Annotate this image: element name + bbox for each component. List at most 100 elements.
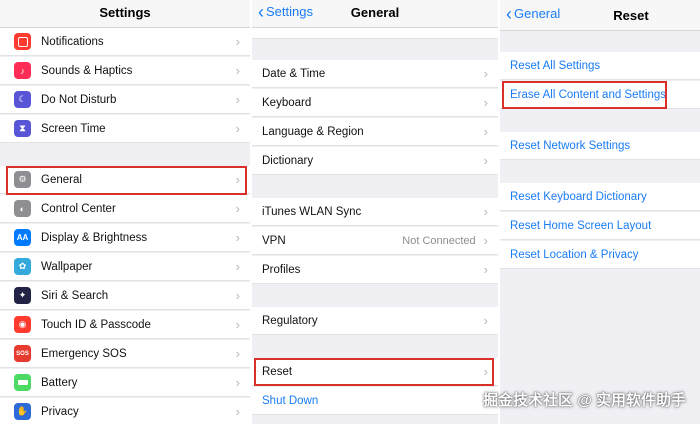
watermark: 掘金技术社区 @ 实用软件助手 [483, 392, 686, 409]
settings-item-label: Wallpaper [41, 260, 93, 273]
settings-item-privacy[interactable]: ✋ Privacy › [0, 398, 250, 424]
chevron-right-icon: › [235, 230, 240, 245]
reset-network-settings[interactable]: Reset Network Settings [500, 132, 700, 160]
settings-item-siri[interactable]: ✦ Siri & Search › [0, 282, 250, 310]
reset-item-label: Reset Home Screen Layout [510, 219, 652, 232]
chevron-left-icon: ‹ [506, 3, 512, 24]
reset-all-settings[interactable]: Reset All Settings [500, 52, 700, 80]
settings-item-label: Touch ID & Passcode [41, 318, 151, 331]
general-item-dictionary[interactable]: Dictionary › [252, 147, 498, 175]
general-item-profiles[interactable]: Profiles › [252, 256, 498, 284]
general-item-label: iTunes WLAN Sync [262, 205, 362, 218]
chevron-right-icon: › [483, 153, 488, 168]
shut-down-label: Shut Down [262, 394, 319, 407]
chevron-right-icon: › [483, 66, 488, 81]
chevron-right-icon: › [483, 262, 488, 277]
chevron-right-icon: › [235, 288, 240, 303]
general-navbar: ‹ Settings General [252, 0, 498, 28]
display-icon: AA [14, 229, 31, 246]
page-title: General [350, 5, 400, 20]
hand-icon: ✋ [14, 403, 31, 420]
notifications-icon [14, 33, 31, 50]
partial-row [252, 28, 498, 39]
chevron-right-icon: › [483, 124, 488, 139]
reset-location-privacy[interactable]: Reset Location & Privacy [500, 241, 700, 269]
siri-icon: ✦ [14, 287, 31, 304]
settings-panel: Settings Notifications › ♪ Sounds & Hapt… [0, 0, 250, 424]
settings-item-emergency-sos[interactable]: SOS Emergency SOS › [0, 340, 250, 368]
settings-item-notifications[interactable]: Notifications › [0, 28, 250, 56]
settings-item-label: Screen Time [41, 122, 106, 135]
settings-item-sounds[interactable]: ♪ Sounds & Haptics › [0, 57, 250, 85]
gear-icon: ⚙ [14, 171, 31, 188]
chevron-right-icon: › [235, 375, 240, 390]
settings-item-label: Privacy [41, 405, 79, 418]
chevron-right-icon: › [235, 404, 240, 419]
reset-item-label: Reset Keyboard Dictionary [510, 190, 647, 203]
settings-item-label: Display & Brightness [41, 231, 148, 244]
general-panel: ‹ Settings General Date & Time › Keyboar… [250, 0, 498, 424]
settings-item-control-center[interactable]: ◐ Control Center › [0, 195, 250, 223]
settings-item-do-not-disturb[interactable]: ☾ Do Not Disturb › [0, 86, 250, 114]
general-item-keyboard[interactable]: Keyboard › [252, 89, 498, 117]
page-title: Settings [99, 5, 151, 20]
general-item-date-time[interactable]: Date & Time › [252, 60, 498, 88]
chevron-right-icon: › [235, 259, 240, 274]
vpn-status: Not Connected [402, 234, 476, 247]
reset-keyboard-dictionary[interactable]: Reset Keyboard Dictionary [500, 183, 700, 211]
page-title: Reset [613, 8, 649, 23]
erase-all-content[interactable]: Erase All Content and Settings [500, 81, 700, 109]
chevron-right-icon: › [483, 313, 488, 328]
chevron-right-icon: › [235, 92, 240, 107]
general-item-itunes-sync[interactable]: iTunes WLAN Sync › [252, 198, 498, 226]
general-item-vpn[interactable]: VPN Not Connected › [252, 227, 498, 255]
general-item-reset[interactable]: Reset › [252, 358, 498, 386]
chevron-right-icon: › [235, 317, 240, 332]
settings-item-battery[interactable]: Battery › [0, 369, 250, 397]
general-item-language-region[interactable]: Language & Region › [252, 118, 498, 146]
chevron-right-icon: › [235, 121, 240, 136]
wallpaper-icon: ✿ [14, 258, 31, 275]
chevron-right-icon: › [483, 364, 488, 379]
general-item-label: Date & Time [262, 67, 326, 80]
sos-icon: SOS [14, 345, 31, 362]
back-button[interactable]: ‹ General [506, 3, 561, 24]
settings-item-wallpaper[interactable]: ✿ Wallpaper › [0, 253, 250, 281]
settings-item-touch-id[interactable]: ◉ Touch ID & Passcode › [0, 311, 250, 339]
reset-navbar: ‹ General Reset [500, 0, 700, 31]
back-label: General [514, 6, 561, 21]
general-item-label: Profiles [262, 263, 301, 276]
reset-item-label: Reset Location & Privacy [510, 248, 639, 261]
reset-item-label: Reset All Settings [510, 59, 601, 72]
general-item-label: Language & Region [262, 125, 364, 138]
settings-item-general[interactable]: ⚙ General › [0, 166, 250, 194]
chevron-right-icon: › [483, 204, 488, 219]
general-item-label: Keyboard [262, 96, 312, 109]
chevron-right-icon: › [483, 95, 488, 110]
settings-item-label: Battery [41, 376, 78, 389]
settings-item-label: Sounds & Haptics [41, 64, 133, 77]
fingerprint-icon: ◉ [14, 316, 31, 333]
settings-item-screen-time[interactable]: ⧗ Screen Time › [0, 115, 250, 143]
general-item-shut-down[interactable]: Shut Down [252, 387, 498, 415]
general-item-label: Dictionary [262, 154, 314, 167]
general-item-label: Regulatory [262, 314, 318, 327]
settings-navbar: Settings [0, 0, 250, 28]
settings-item-label: Emergency SOS [41, 347, 127, 360]
moon-icon: ☾ [14, 91, 31, 108]
general-item-regulatory[interactable]: Regulatory › [252, 307, 498, 335]
chevron-right-icon: › [483, 233, 488, 248]
toggles-icon: ◐ [14, 200, 31, 217]
reset-home-screen-layout[interactable]: Reset Home Screen Layout [500, 212, 700, 240]
reset-panel: ‹ General Reset Reset All Settings Erase… [498, 0, 700, 424]
chevron-right-icon: › [235, 346, 240, 361]
settings-item-label: Siri & Search [41, 289, 109, 302]
general-item-label: VPN [262, 234, 286, 247]
chevron-right-icon: › [235, 63, 240, 78]
sounds-icon: ♪ [14, 62, 31, 79]
settings-item-label: Notifications [41, 35, 104, 48]
settings-item-display[interactable]: AA Display & Brightness › [0, 224, 250, 252]
settings-item-label: General [41, 173, 82, 186]
battery-icon [14, 374, 31, 391]
settings-item-label: Control Center [41, 202, 116, 215]
